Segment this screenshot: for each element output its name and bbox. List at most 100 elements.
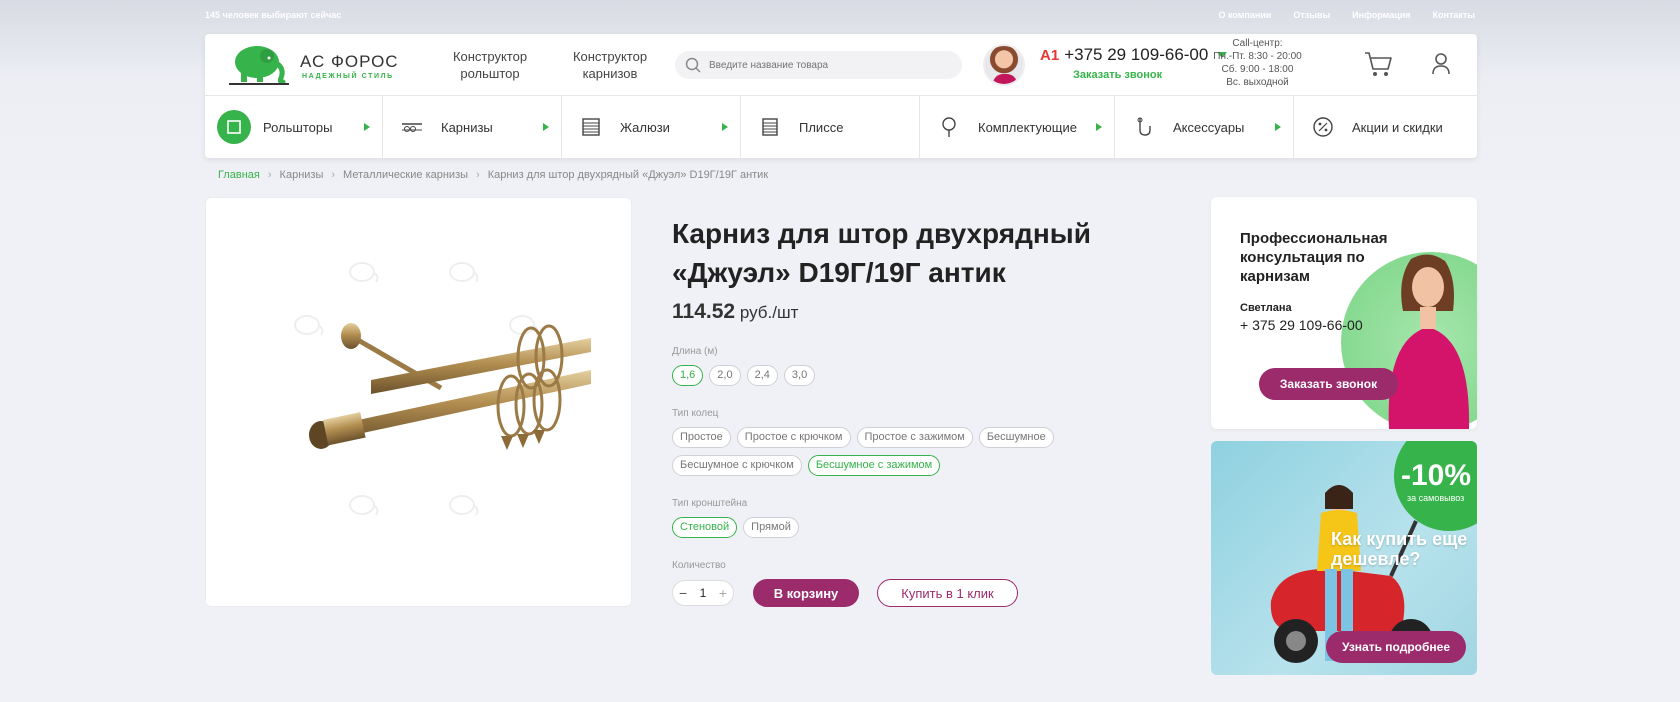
consultant-phone[interactable]: + 375 29 109-66-00: [1240, 317, 1363, 333]
nav-item-components[interactable]: Комплектующие: [920, 96, 1115, 158]
length-label: Длина (м): [672, 346, 718, 357]
callcenter-title: Call-центр:: [1232, 38, 1283, 49]
roller-constructor-link[interactable]: Конструктор рольштор: [445, 48, 535, 82]
top-link-info[interactable]: Информация: [1352, 10, 1410, 24]
breadcrumb: Главная › Карнизы › Металлические карниз…: [218, 169, 768, 181]
quantity-stepper[interactable]: − 1 +: [672, 580, 734, 606]
breadcrumb-metal[interactable]: Металлические карнизы: [343, 169, 468, 181]
consultation-card: Профессиональная консультация по карниза…: [1211, 197, 1477, 429]
caret-right-icon[interactable]: [722, 123, 728, 131]
price-unit: руб./шт: [739, 303, 799, 322]
minus-icon[interactable]: −: [679, 585, 687, 601]
caret-right-icon[interactable]: [364, 123, 370, 131]
elephant-watermark-icon: [349, 495, 379, 516]
discount-value: -10%: [1401, 459, 1472, 492]
quantity-label: Количество: [672, 560, 726, 571]
top-link-reviews[interactable]: Отзывы: [1293, 10, 1330, 24]
breadcrumb-separator: ›: [331, 169, 336, 181]
top-links: О компании Отзывы Информация Контакты: [1218, 10, 1475, 24]
bracket-option[interactable]: Стеновой: [672, 517, 738, 538]
ring-option[interactable]: Бесшумное с зажимом: [807, 455, 941, 476]
ring-option[interactable]: Простое с крючком: [736, 427, 851, 448]
length-options: 1,6 2,0 2,4 3,0: [672, 365, 1192, 386]
elephant-watermark-icon: [349, 262, 379, 283]
category-nav: Рольшторы Карнизы Жалюзи Плиссе Комплект…: [205, 96, 1477, 158]
ring-option[interactable]: Простое: [672, 427, 731, 448]
nav-item-accessories[interactable]: Аксессуары: [1115, 96, 1294, 158]
top-link-about[interactable]: О компании: [1218, 10, 1271, 24]
hours-sunday: Вс. выходной: [1226, 77, 1289, 88]
product-price: 114.52 руб./шт: [672, 300, 1192, 324]
search-icon: [685, 57, 701, 73]
cart-icon: [1365, 52, 1392, 76]
breadcrumb-home[interactable]: Главная: [218, 169, 260, 181]
pleated-icon: [753, 110, 787, 144]
learn-more-button[interactable]: Узнать подробнее: [1326, 631, 1466, 663]
viewers-count: 145 человек выбирают сейчас: [205, 10, 342, 20]
breadcrumb-separator: ›: [476, 169, 480, 181]
product-image[interactable]: [205, 197, 632, 607]
nav-item-pleated[interactable]: Плиссе: [741, 96, 920, 158]
cornice-photo: [309, 323, 591, 450]
promo-banner[interactable]: -10% за самовывоз Как купить еще дешевле…: [1211, 441, 1477, 675]
breadcrumb-separator: ›: [267, 169, 272, 181]
ring-option[interactable]: Бесшумное: [978, 427, 1054, 448]
hours-weekdays: Пн.-Пт. 8:30 - 20:00: [1213, 51, 1302, 62]
nav-label: Акции и скидки: [1352, 119, 1443, 135]
search-input[interactable]: [709, 59, 929, 71]
nav-label: Плиссе: [799, 119, 844, 135]
length-option[interactable]: 2,4: [746, 365, 778, 386]
hook-icon: [1127, 110, 1161, 144]
nav-label: Рольшторы: [263, 119, 333, 135]
ring-option[interactable]: Бесшумное с крючком: [672, 455, 802, 476]
user-icon: [1432, 53, 1450, 75]
bracket-options: Стеновой Прямой: [672, 517, 1192, 538]
logo-subtitle: НАДЕЖНЫЙ СТИЛЬ: [302, 73, 394, 80]
discount-condition: за самовывоз: [1407, 493, 1465, 503]
length-option[interactable]: 2,0: [709, 365, 741, 386]
elephant-watermark-icon: [449, 495, 479, 516]
account-button[interactable]: [1430, 52, 1452, 81]
add-to-cart-button[interactable]: В корзину: [753, 579, 859, 607]
promo-question: Как купить еще дешевле?: [1331, 529, 1468, 569]
nav-item-sales[interactable]: Акции и скидки: [1294, 96, 1477, 158]
bracket-option[interactable]: Прямой: [743, 517, 799, 538]
bracket-label: Тип кронштейна: [672, 498, 748, 509]
elephant-logo-icon: [229, 46, 289, 85]
consultation-title: Профессиональная консультация по карниза…: [1240, 230, 1388, 285]
breadcrumb-current: Карниз для штор двухрядный «Джуэл» D19Г/…: [487, 169, 769, 181]
caret-right-icon[interactable]: [1275, 123, 1281, 131]
caret-right-icon[interactable]: [1096, 123, 1102, 131]
nav-label: Комплектующие: [978, 119, 1077, 135]
nav-item-blinds[interactable]: Жалюзи: [562, 96, 741, 158]
price-value: 114.52: [672, 300, 736, 323]
top-link-contacts[interactable]: Контакты: [1433, 10, 1475, 24]
length-option[interactable]: 3,0: [783, 365, 816, 386]
nav-label: Карнизы: [441, 119, 493, 135]
consultant-name: Светлана: [1240, 302, 1292, 314]
bulb-icon: [932, 110, 966, 144]
blinds-icon: [574, 110, 608, 144]
header-phone[interactable]: A1 +375 29 109-66-00: [1040, 45, 1228, 65]
cornice-constructor-link[interactable]: Конструктор карнизов: [565, 48, 655, 82]
nav-label: Жалюзи: [620, 119, 670, 135]
purchase-row: − 1 + В корзину Купить в 1 клик: [672, 579, 1192, 607]
plus-icon[interactable]: +: [719, 585, 727, 601]
nav-item-roller-blinds[interactable]: Рольшторы: [205, 96, 383, 158]
ring-option[interactable]: Простое с зажимом: [856, 427, 973, 448]
site-header: АС ФОРОС НАДЕЖНЫЙ СТИЛЬ Конструктор роль…: [205, 34, 1477, 158]
hours-saturday: Сб. 9:00 - 18:00: [1221, 64, 1294, 75]
phone-number[interactable]: +375 29 109-66-00: [1064, 45, 1208, 65]
caret-right-icon[interactable]: [543, 123, 549, 131]
callback-link[interactable]: Заказать звонок: [1073, 69, 1162, 81]
breadcrumb-cornices[interactable]: Карнизы: [280, 169, 324, 181]
buy-one-click-button[interactable]: Купить в 1 клик: [877, 579, 1018, 607]
order-call-button[interactable]: Заказать звонок: [1259, 368, 1398, 400]
cart-button[interactable]: [1363, 50, 1393, 83]
site-logo[interactable]: АС ФОРОС НАДЕЖНЫЙ СТИЛЬ: [225, 42, 425, 88]
length-option[interactable]: 1,6: [672, 365, 704, 386]
quantity-value[interactable]: 1: [700, 586, 707, 600]
product-title: Карниз для штор двухрядный «Джуэл» D19Г/…: [672, 218, 1091, 288]
nav-item-cornices[interactable]: Карнизы: [383, 96, 562, 158]
search-box[interactable]: [675, 51, 962, 79]
